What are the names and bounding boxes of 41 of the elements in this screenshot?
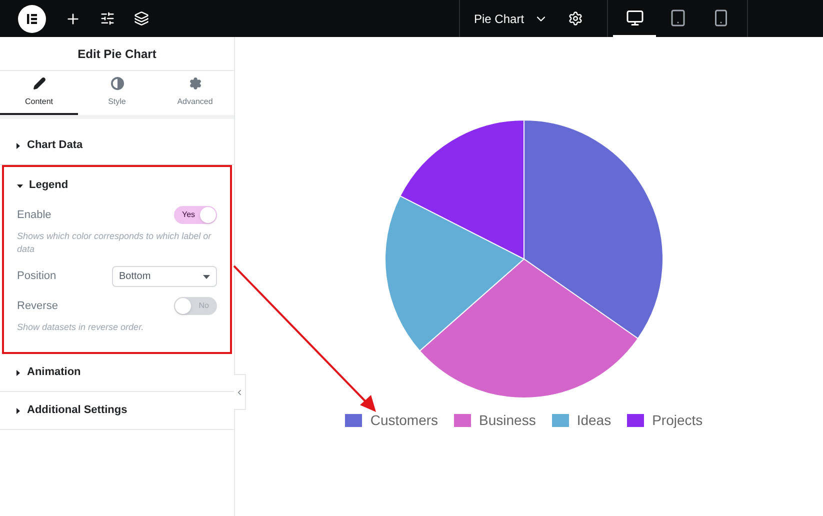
field-label: Position [17,269,56,284]
chevron-icon [235,388,244,396]
panel-tab[interactable]: Style [78,71,156,115]
position-select[interactable]: Bottom [112,266,217,287]
desktop-icon [626,8,644,26]
section-header[interactable]: Chart Data [0,127,234,164]
gear-icon [188,76,202,90]
logo-icon[interactable] [18,4,46,32]
layers-icon[interactable] [134,11,149,26]
switch-knob [200,207,216,223]
section-header[interactable]: Additional Settings [0,392,234,429]
switch-knob [175,298,191,314]
collapse-handle[interactable] [234,374,246,410]
switch-state: No [198,300,209,312]
switch-state: Yes [182,209,196,221]
legend-label: Projects [652,411,703,430]
legend-label: Ideas [576,411,612,430]
panel-tab[interactable]: Advanced [156,71,234,115]
caret-icon [15,408,21,414]
contrast-icon [110,76,124,90]
sliders-icon[interactable] [100,11,115,26]
caret-icon [203,274,210,278]
hint-text: Shows which color corresponds to which label or data [17,230,212,256]
legend-label: Customers [370,411,438,430]
settings-icon[interactable] [568,11,584,26]
caret-icon [15,142,21,148]
hint-text: Show datasets in reverse order. [17,321,145,334]
pencil-icon [32,76,46,90]
field-label: Enable [17,208,52,223]
panel-title: Edit Pie Chart [78,46,156,62]
tablet-icon [668,8,687,26]
toggle-switch[interactable]: Yes [174,206,217,224]
caret-icon [17,182,23,188]
add-icon[interactable] [65,10,81,26]
panel-tab[interactable]: Content [0,71,78,115]
section-header[interactable]: Legend [4,167,230,204]
page-title-dropdown[interactable]: Pie Chart [474,10,548,28]
legend-label: Business [479,411,536,430]
field-label: Reverse [17,298,58,314]
caret-icon [15,370,21,376]
section-header[interactable]: Animation [0,354,234,391]
